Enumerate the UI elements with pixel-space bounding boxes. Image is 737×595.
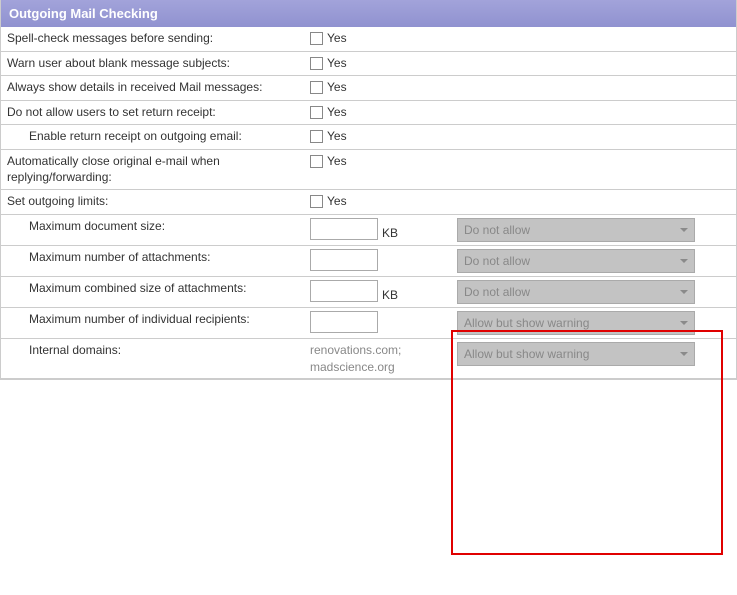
label-max-recipients: Maximum number of individual recipients: <box>1 308 306 338</box>
row-max-combined-size: Maximum combined size of attachments: KB… <box>1 277 736 308</box>
select-internal-domains[interactable]: Allow but show warning <box>457 342 695 366</box>
chevron-down-icon <box>680 352 688 356</box>
label-max-attachments: Maximum number of attachments: <box>1 246 306 276</box>
internal-domains-value: renovations.com; madscience.org <box>310 342 447 376</box>
select-max-recipients[interactable]: Allow but show warning <box>457 311 695 335</box>
label-spell-check: Spell-check messages before sending: <box>1 27 306 51</box>
row-spell-check: Spell-check messages before sending: Yes <box>1 27 736 52</box>
chevron-down-icon <box>680 290 688 294</box>
label-max-doc-size: Maximum document size: <box>1 215 306 245</box>
chevron-down-icon <box>680 259 688 263</box>
checkbox-blank-subject[interactable] <box>310 57 323 70</box>
select-value: Do not allow <box>464 223 530 237</box>
panel-header: Outgoing Mail Checking <box>1 0 736 27</box>
checkbox-label: Yes <box>327 153 347 168</box>
select-value: Do not allow <box>464 254 530 268</box>
row-max-doc-size: Maximum document size: KB Do not allow <box>1 215 736 246</box>
outgoing-mail-checking-panel: Outgoing Mail Checking Spell-check messa… <box>0 0 737 380</box>
input-max-recipients[interactable] <box>310 311 378 333</box>
row-show-details: Always show details in received Mail mes… <box>1 76 736 101</box>
row-set-limits: Set outgoing limits: Yes <box>1 190 736 215</box>
label-internal-domains: Internal domains: <box>1 339 306 379</box>
checkbox-show-details[interactable] <box>310 81 323 94</box>
panel-title: Outgoing Mail Checking <box>9 6 158 21</box>
select-max-doc-size[interactable]: Do not allow <box>457 218 695 242</box>
checkbox-label: Yes <box>327 79 347 94</box>
unit-kb: KB <box>382 288 398 304</box>
row-internal-domains: Internal domains: renovations.com; madsc… <box>1 339 736 380</box>
row-enable-return-receipt: Enable return receipt on outgoing email:… <box>1 125 736 150</box>
input-max-doc-size[interactable] <box>310 218 378 240</box>
label-auto-close: Automatically close original e-mail when… <box>1 150 306 189</box>
label-max-combined-size: Maximum combined size of attachments: <box>1 277 306 307</box>
row-no-return-receipt: Do not allow users to set return receipt… <box>1 101 736 126</box>
checkbox-label: Yes <box>327 55 347 70</box>
chevron-down-icon <box>680 321 688 325</box>
row-max-attachments: Maximum number of attachments: Do not al… <box>1 246 736 277</box>
input-max-attachments[interactable] <box>310 249 378 271</box>
select-max-combined-size[interactable]: Do not allow <box>457 280 695 304</box>
select-value: Allow but show warning <box>464 316 589 330</box>
select-value: Do not allow <box>464 285 530 299</box>
label-blank-subject: Warn user about blank message subjects: <box>1 52 306 76</box>
row-blank-subject: Warn user about blank message subjects: … <box>1 52 736 77</box>
checkbox-set-limits[interactable] <box>310 195 323 208</box>
select-value: Allow but show warning <box>464 347 589 361</box>
checkbox-label: Yes <box>327 104 347 119</box>
unit-kb: KB <box>382 226 398 242</box>
checkbox-auto-close[interactable] <box>310 155 323 168</box>
checkbox-label: Yes <box>327 193 347 208</box>
input-max-combined-size[interactable] <box>310 280 378 302</box>
checkbox-spell-check[interactable] <box>310 32 323 45</box>
row-max-recipients: Maximum number of individual recipients:… <box>1 308 736 339</box>
checkbox-enable-return-receipt[interactable] <box>310 130 323 143</box>
row-auto-close: Automatically close original e-mail when… <box>1 150 736 190</box>
checkbox-label: Yes <box>327 128 347 143</box>
checkbox-no-return-receipt[interactable] <box>310 106 323 119</box>
label-set-limits: Set outgoing limits: <box>1 190 306 214</box>
checkbox-label: Yes <box>327 30 347 45</box>
select-max-attachments[interactable]: Do not allow <box>457 249 695 273</box>
label-no-return-receipt: Do not allow users to set return receipt… <box>1 101 306 125</box>
chevron-down-icon <box>680 228 688 232</box>
label-enable-return-receipt: Enable return receipt on outgoing email: <box>1 125 306 149</box>
label-show-details: Always show details in received Mail mes… <box>1 76 306 100</box>
